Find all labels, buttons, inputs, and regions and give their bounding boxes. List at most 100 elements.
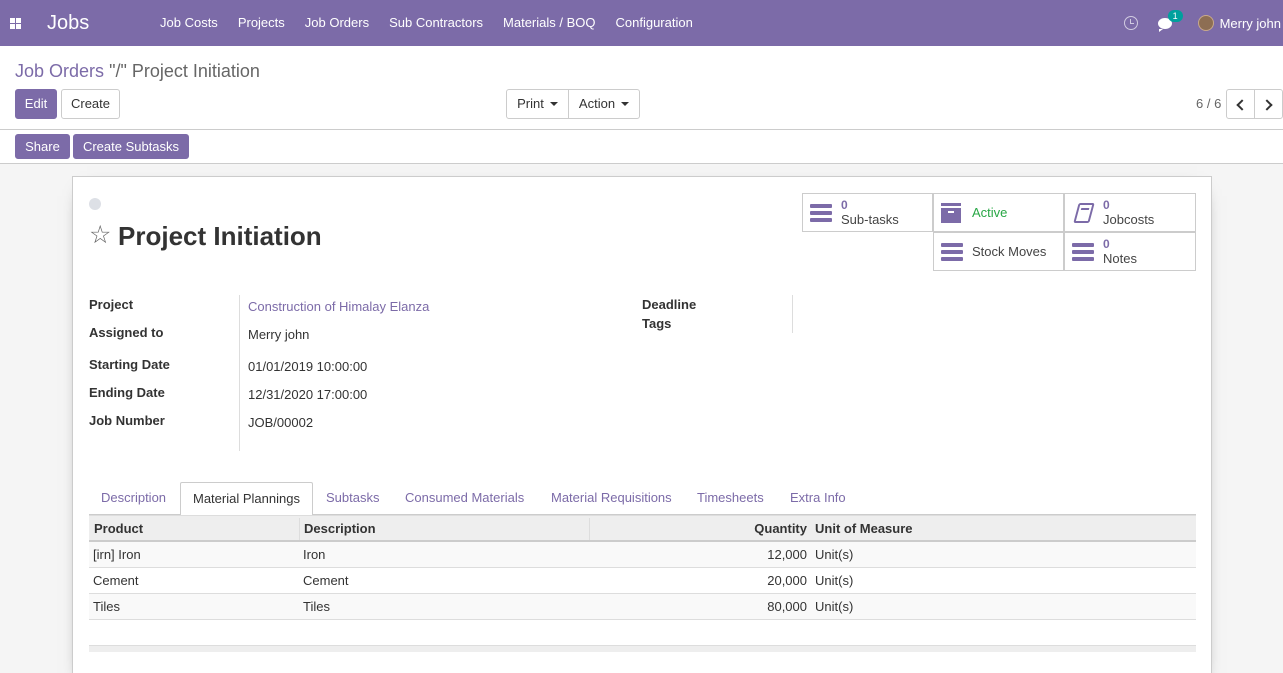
notes-smart-button[interactable]: 0 Notes	[1064, 232, 1196, 271]
notes-label: Notes	[1103, 250, 1137, 266]
menu-configuration[interactable]: Configuration	[606, 0, 703, 46]
pager-value: 6 / 6	[1196, 96, 1222, 111]
caret-down-icon	[621, 101, 630, 106]
print-label: Print	[517, 96, 544, 111]
subtasks-smart-button[interactable]: 0 Sub-tasks	[802, 193, 933, 232]
material-plannings-table: Product Description Quantity Unit of Mea…	[89, 515, 1196, 652]
cell-product: Cement	[93, 573, 139, 588]
notes-icon	[1072, 242, 1094, 261]
table-footer	[89, 645, 1196, 652]
jobcosts-smart-button[interactable]: 0 Jobcosts	[1064, 193, 1196, 232]
menu-materials-boq[interactable]: Materials / BOQ	[493, 0, 605, 46]
starting-date-field[interactable]: 01/01/2019 10:00:00	[248, 359, 367, 374]
top-navbar: Jobs Job Costs Projects Job Orders Sub C…	[0, 0, 1283, 46]
assigned-to-field[interactable]: Merry john	[248, 327, 309, 342]
breadcrumb: Job Orders "/" Project Initiation	[15, 61, 260, 82]
cell-uom: Unit(s)	[815, 573, 854, 588]
tags-label: Tags	[642, 316, 672, 331]
record-title[interactable]: Project Initiation	[118, 221, 322, 251]
archive-icon	[940, 202, 963, 223]
tab-subtasks[interactable]: Subtasks	[314, 482, 391, 515]
tab-timesheets[interactable]: Timesheets	[685, 482, 776, 515]
table-header: Product Description Quantity Unit of Mea…	[89, 515, 1196, 542]
column-description[interactable]: Description	[304, 516, 376, 542]
action-dropdown[interactable]: Action	[568, 89, 640, 119]
breadcrumb-parent[interactable]: Job Orders	[15, 61, 104, 81]
project-label: Project	[89, 297, 134, 312]
chevron-right-icon	[1261, 99, 1273, 111]
cell-quantity: 12,000	[767, 547, 807, 562]
cell-description: Iron	[303, 547, 326, 562]
tab-consumed-materials[interactable]: Consumed Materials	[393, 482, 536, 515]
column-product[interactable]: Product	[94, 516, 143, 542]
column-quantity[interactable]: Quantity	[589, 516, 807, 542]
cell-quantity: 80,000	[767, 599, 807, 614]
cell-quantity: 20,000	[767, 573, 807, 588]
notebook-tabs: Description Material Plannings Subtasks …	[89, 482, 1196, 516]
cell-uom: Unit(s)	[815, 547, 854, 562]
cell-description: Cement	[303, 573, 349, 588]
cell-uom: Unit(s)	[815, 599, 854, 614]
table-row[interactable]: Tiles Tiles 80,000 Unit(s)	[89, 594, 1196, 620]
jobcosts-count: 0	[1103, 197, 1110, 212]
main-menu: Job Costs Projects Job Orders Sub Contra…	[150, 0, 703, 46]
chat-badge: 1	[1167, 9, 1183, 22]
star-icon[interactable]: ☆	[89, 221, 111, 249]
form-statusbar: Share Create Subtasks	[0, 130, 1283, 164]
list-icon	[941, 242, 963, 261]
tab-material-plannings[interactable]: Material Plannings	[180, 482, 313, 516]
menu-sub-contractors[interactable]: Sub Contractors	[379, 0, 493, 46]
messages-button[interactable]: 1	[1157, 9, 1183, 32]
cell-description: Tiles	[303, 599, 330, 614]
user-menu[interactable]: Merry john	[1220, 16, 1281, 31]
create-button[interactable]: Create	[61, 89, 120, 119]
subtasks-count: 0	[841, 197, 848, 212]
activity-clock-icon[interactable]	[1123, 16, 1138, 30]
app-brand[interactable]: Jobs	[30, 12, 150, 35]
column-unit-of-measure[interactable]: Unit of Measure	[815, 516, 913, 542]
apps-menu-icon[interactable]	[0, 0, 30, 46]
subtasks-label: Sub-tasks	[841, 211, 899, 227]
share-button[interactable]: Share	[15, 134, 70, 159]
user-avatar[interactable]	[1197, 15, 1214, 31]
stock-moves-smart-button[interactable]: Stock Moves	[933, 232, 1064, 271]
form-sheet: 0 Sub-tasks Active 0 Jobcosts Stock Move…	[72, 176, 1212, 673]
control-panel: Job Orders "/" Project Initiation Edit C…	[0, 46, 1283, 130]
edit-button[interactable]: Edit	[15, 89, 57, 119]
menu-job-costs[interactable]: Job Costs	[150, 0, 228, 46]
job-number-field[interactable]: JOB/00002	[248, 415, 313, 430]
project-link[interactable]: Construction of Himalay Elanza	[248, 299, 429, 314]
caret-down-icon	[549, 101, 558, 106]
table-row[interactable]: [irn] Iron Iron 12,000 Unit(s)	[89, 542, 1196, 568]
book-icon	[1072, 202, 1095, 223]
cell-product: Tiles	[93, 599, 120, 614]
active-toggle-button[interactable]: Active	[933, 193, 1064, 232]
field-separator	[792, 295, 793, 333]
action-label: Action	[578, 96, 616, 111]
ending-date-field[interactable]: 12/31/2020 17:00:00	[248, 387, 367, 402]
systray: 1 Merry john	[1123, 0, 1283, 46]
job-number-label: Job Number	[89, 413, 165, 428]
tab-extra-info[interactable]: Extra Info	[778, 482, 858, 515]
tab-description[interactable]: Description	[89, 482, 178, 515]
tasks-icon	[810, 203, 832, 222]
jobcosts-label: Jobcosts	[1103, 211, 1155, 227]
starting-date-label: Starting Date	[89, 357, 170, 372]
pager-next-button[interactable]	[1254, 89, 1283, 119]
pager-previous-button[interactable]	[1226, 89, 1255, 119]
field-separator	[239, 295, 240, 451]
column-divider	[299, 518, 300, 540]
kanban-state-dot[interactable]	[89, 198, 101, 210]
menu-projects[interactable]: Projects	[228, 0, 295, 46]
stock-moves-label: Stock Moves	[972, 244, 1047, 259]
cell-product: [irn] Iron	[93, 547, 141, 562]
print-dropdown[interactable]: Print	[506, 89, 569, 119]
breadcrumb-current: "/" Project Initiation	[109, 61, 260, 81]
tab-material-requisitions[interactable]: Material Requisitions	[539, 482, 684, 515]
assigned-to-label: Assigned to	[89, 325, 164, 340]
ending-date-label: Ending Date	[89, 385, 165, 400]
create-subtasks-button[interactable]: Create Subtasks	[73, 134, 189, 159]
table-row[interactable]: Cement Cement 20,000 Unit(s)	[89, 568, 1196, 594]
active-label: Active	[972, 205, 1008, 220]
menu-job-orders[interactable]: Job Orders	[295, 0, 379, 46]
